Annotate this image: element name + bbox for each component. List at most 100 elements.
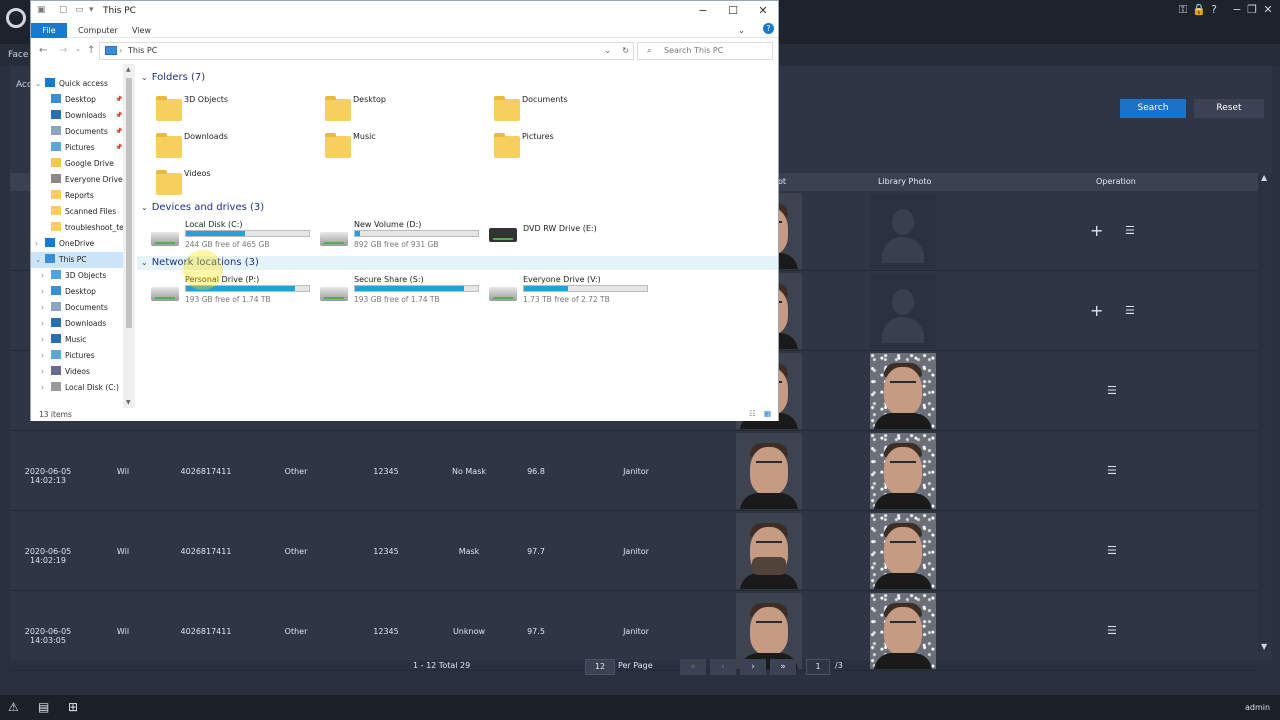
address-bar[interactable]: › This PC ⌄ ↻	[99, 42, 634, 60]
table-scrollbar[interactable]: ▲ ▼	[1258, 173, 1272, 651]
nav-item-videos[interactable]: › Videos	[31, 364, 131, 380]
nav-item-google-drive[interactable]: Google Drive	[31, 156, 131, 172]
settings-box-icon[interactable]: ⊞	[68, 700, 78, 714]
folder-3d-objects[interactable]: 3D Objects	[156, 95, 316, 127]
nav-item-everyone-drive-[interactable]: Everyone Drive (	[31, 172, 131, 188]
details-view-icon[interactable]: ☷	[749, 409, 756, 418]
folder-downloads[interactable]: Downloads	[156, 132, 316, 164]
search-button[interactable]: Search	[1120, 99, 1186, 118]
minimize-button[interactable]: −	[688, 4, 718, 17]
nav-item-scanned-files[interactable]: Scanned Files	[31, 204, 131, 220]
table-row[interactable]: 2020-06-05 14:02:19 Wil 4026817411 Other 123…	[10, 511, 1258, 591]
drive-new-volume-d-[interactable]: New Volume (D:) 892 GB free of 931 GB	[320, 220, 485, 252]
captured-photo[interactable]	[736, 593, 802, 669]
nav-item-music[interactable]: › Music	[31, 332, 131, 348]
next-page-button[interactable]: ›	[740, 659, 766, 675]
folder-videos[interactable]: Videos	[156, 169, 316, 201]
nav-item-downloads[interactable]: › Downloads	[31, 316, 131, 332]
nav-item-pictures[interactable]: › Pictures	[31, 348, 131, 364]
nav-item-desktop[interactable]: Desktop 📌	[31, 92, 131, 108]
tab-file[interactable]: File	[31, 23, 67, 38]
nav-item-quick-access[interactable]: ⌄ Quick access	[31, 76, 131, 92]
drive-dvd-rw-drive-e-[interactable]: DVD RW Drive (E:)	[489, 220, 654, 252]
tab-view[interactable]: View	[125, 23, 158, 38]
nav-item-troubleshoot-te[interactable]: troubleshoot_te	[31, 220, 131, 236]
captured-photo[interactable]	[736, 433, 802, 509]
details-icon[interactable]: ☰	[1107, 544, 1117, 557]
details-icon[interactable]: ☰	[1107, 624, 1117, 637]
refresh-icon[interactable]: ↻	[622, 43, 629, 59]
table-row[interactable]: 2020-06-05 14:02:13 Wil 4026817411 Other 123…	[10, 431, 1258, 511]
library-photo[interactable]	[870, 433, 936, 509]
address-dropdown-icon[interactable]: ⌄	[604, 43, 611, 59]
library-photo[interactable]	[870, 353, 936, 429]
up-icon[interactable]: ↑	[87, 45, 95, 56]
captured-photo[interactable]	[736, 513, 802, 589]
nav-item-this-pc[interactable]: ⌄ This PC	[31, 252, 131, 268]
details-icon[interactable]: ☰	[1107, 384, 1117, 397]
explorer-window[interactable]: ▣ ▢ ▭ ▾ This PC − ☐ ✕ File Computer View…	[30, 0, 779, 421]
network-icon[interactable]: ⚿	[1176, 3, 1190, 17]
back-icon[interactable]: ←	[39, 45, 47, 56]
reset-button[interactable]: Reset	[1194, 99, 1264, 118]
per-page-select[interactable]: 12	[585, 659, 615, 675]
nav-label-face[interactable]: Face	[8, 50, 28, 60]
library-photo[interactable]	[870, 273, 936, 349]
restore-icon[interactable]: ❐	[1245, 3, 1259, 16]
nav-item-documents[interactable]: Documents 📌	[31, 124, 131, 140]
username[interactable]: admin	[1245, 703, 1270, 712]
drive-everyone-drive-v-[interactable]: Everyone Drive (V:) 1.73 TB free of 2.72 …	[489, 275, 654, 307]
library-photo[interactable]	[870, 593, 936, 669]
nav-item-local-disk-c-[interactable]: › Local Disk (C:)	[31, 380, 131, 396]
nav-item-downloads[interactable]: Downloads 📌	[31, 108, 131, 124]
first-page-button[interactable]: «	[680, 659, 706, 675]
folder-desktop[interactable]: Desktop	[325, 95, 485, 127]
large-icons-view-icon[interactable]: ▦	[764, 409, 771, 418]
star-icon	[45, 78, 55, 87]
nav-item-3d-objects[interactable]: › 3D Objects	[31, 268, 131, 284]
details-icon[interactable]: ☰	[1125, 304, 1135, 317]
drive-personal-drive-p-[interactable]: Personal Drive (P:) 193 GB free of 1.74 T…	[151, 275, 316, 307]
search-input[interactable]: ⌕ Search This PC	[637, 42, 773, 60]
folder-documents[interactable]: Documents	[494, 95, 654, 127]
tab-computer[interactable]: Computer	[71, 23, 125, 38]
close-icon[interactable]: ✕	[1261, 3, 1275, 16]
folder-music[interactable]: Music	[325, 132, 485, 164]
details-icon[interactable]: ☰	[1125, 224, 1135, 237]
drive-secure-share-s-[interactable]: Secure Share (S:) 193 GB free of 1.74 TB	[320, 275, 485, 307]
devices-group-header[interactable]: ⌄ Devices and drives (3)	[141, 202, 264, 213]
help-icon[interactable]: ?	[763, 23, 774, 34]
lock-icon[interactable]: 🔒	[1192, 3, 1206, 16]
library-photo[interactable]	[870, 193, 936, 269]
details-icon[interactable]: ☰	[1107, 464, 1117, 477]
folders-group-header[interactable]: ⌄ Folders (7)	[141, 72, 205, 83]
properties-icon[interactable]: ▢	[59, 5, 68, 15]
nav-item-documents[interactable]: › Documents	[31, 300, 131, 316]
recent-dropdown-icon[interactable]: ⌄	[75, 45, 81, 53]
new-folder-icon[interactable]: ▭	[75, 5, 84, 15]
ribbon-expand-icon[interactable]: ⌄	[731, 23, 752, 38]
qat-dropdown-icon[interactable]: ▾	[89, 5, 94, 15]
nav-item-pictures[interactable]: Pictures 📌	[31, 140, 131, 156]
nav-item-reports[interactable]: Reports	[31, 188, 131, 204]
help-icon[interactable]: ?	[1207, 3, 1221, 16]
last-page-button[interactable]: »	[770, 659, 796, 675]
folder-pictures[interactable]: Pictures	[494, 132, 654, 164]
page-number-input[interactable]: 1	[806, 659, 830, 675]
maximize-button[interactable]: ☐	[718, 4, 748, 17]
nav-item-onedrive[interactable]: › OneDrive	[31, 236, 131, 252]
drive-local-disk-c-[interactable]: Local Disk (C:) 244 GB free of 465 GB	[151, 220, 316, 252]
add-icon[interactable]: +	[1090, 221, 1103, 240]
nav-scrollbar[interactable]: ▲ ▼	[123, 64, 135, 408]
minimize-icon[interactable]: −	[1230, 3, 1244, 16]
forward-icon[interactable]: →	[59, 45, 67, 56]
document-icon[interactable]: ▤	[38, 700, 49, 714]
close-button[interactable]: ✕	[748, 4, 778, 17]
nav-item-desktop[interactable]: › Desktop	[31, 284, 131, 300]
prev-page-button[interactable]: ‹	[710, 659, 736, 675]
add-icon[interactable]: +	[1090, 301, 1103, 320]
warning-icon[interactable]: ⚠	[8, 700, 19, 714]
table-row[interactable]: 2020-06-05 14:03:05 Wil 4026817411 Other 123…	[10, 591, 1258, 671]
title-bar[interactable]: ▣ ▢ ▭ ▾ This PC − ☐ ✕	[31, 1, 778, 21]
library-photo[interactable]	[870, 513, 936, 589]
